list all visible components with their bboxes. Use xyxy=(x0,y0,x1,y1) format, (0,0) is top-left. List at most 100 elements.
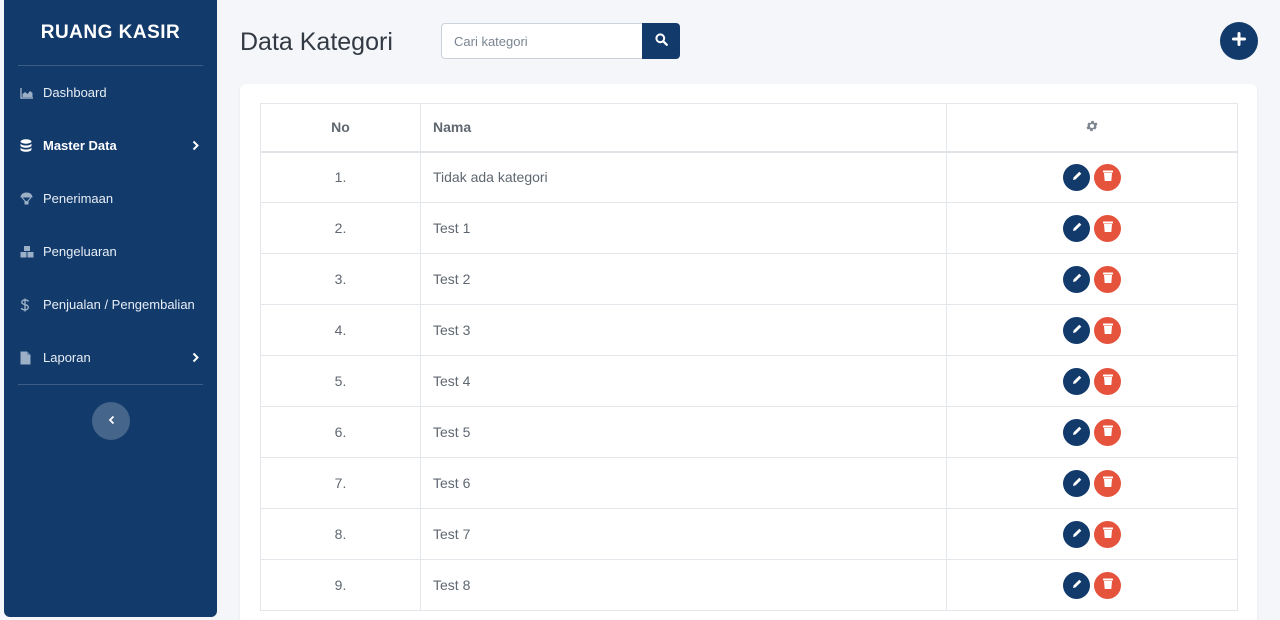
sidebar-item-label: Pengeluaran xyxy=(43,244,117,259)
row-actions xyxy=(1063,316,1121,344)
table-header-row: No Nama xyxy=(260,103,1238,153)
trash-icon xyxy=(1102,169,1114,185)
cell-no: 1. xyxy=(260,151,421,203)
cell-nama: Test 4 xyxy=(420,355,947,407)
trash-icon xyxy=(1102,526,1114,542)
row-actions xyxy=(1063,520,1121,548)
table-row: 7. Test 6 xyxy=(260,457,1238,509)
cell-nama: Test 7 xyxy=(420,508,947,560)
cell-nama: Test 2 xyxy=(420,253,947,305)
search-icon xyxy=(654,33,668,49)
edit-button[interactable] xyxy=(1063,469,1090,497)
delete-button[interactable] xyxy=(1094,520,1121,548)
pencil-icon xyxy=(1071,373,1083,389)
search-input[interactable] xyxy=(441,23,642,59)
sidebar-item-label: Penerimaan xyxy=(43,191,114,206)
cell-no: 2. xyxy=(260,202,421,254)
trash-icon xyxy=(1102,271,1114,287)
cell-actions xyxy=(946,559,1238,611)
add-category-button[interactable] xyxy=(1220,22,1258,60)
pencil-icon xyxy=(1071,577,1083,593)
pencil-icon xyxy=(1071,322,1083,338)
sidebar-item-master-data[interactable]: Master Data xyxy=(4,119,217,172)
trash-icon xyxy=(1102,220,1114,236)
cell-no: 4. xyxy=(260,304,421,356)
row-actions xyxy=(1063,214,1121,242)
delete-button[interactable] xyxy=(1094,418,1121,446)
edit-button[interactable] xyxy=(1063,418,1090,446)
row-actions xyxy=(1063,163,1121,191)
table-row: 6. Test 5 xyxy=(260,406,1238,458)
delete-button[interactable] xyxy=(1094,469,1121,497)
chart-area-icon xyxy=(20,86,38,100)
cell-actions xyxy=(946,253,1238,305)
edit-button[interactable] xyxy=(1063,163,1090,191)
page-title: Data Kategori xyxy=(240,27,393,56)
plus-icon xyxy=(1232,31,1246,51)
pencil-icon xyxy=(1071,424,1083,440)
row-actions xyxy=(1063,469,1121,497)
row-actions xyxy=(1063,265,1121,293)
edit-button[interactable] xyxy=(1063,571,1090,599)
delete-button[interactable] xyxy=(1094,214,1121,242)
cell-no: 3. xyxy=(260,253,421,305)
delete-button[interactable] xyxy=(1094,571,1121,599)
sidebar-item-dashboard[interactable]: Dashboard xyxy=(4,66,217,119)
cell-actions xyxy=(946,406,1238,458)
sidebar-collapse-button[interactable] xyxy=(92,402,130,440)
delete-button[interactable] xyxy=(1094,265,1121,293)
table-row: 9. Test 8 xyxy=(260,559,1238,611)
sidebar-item-laporan[interactable]: Laporan xyxy=(4,331,217,384)
edit-button[interactable] xyxy=(1063,316,1090,344)
pencil-icon xyxy=(1071,475,1083,491)
table-row: 5. Test 4 xyxy=(260,355,1238,407)
sidebar-divider xyxy=(18,384,203,385)
column-header-no: No xyxy=(260,103,421,153)
trash-icon xyxy=(1102,322,1114,338)
cell-no: 5. xyxy=(260,355,421,407)
sidebar-item-penjualan[interactable]: Penjualan / Pengembalian xyxy=(4,278,217,331)
chevron-right-icon xyxy=(192,138,199,153)
cell-nama: Test 3 xyxy=(420,304,947,356)
cell-no: 7. xyxy=(260,457,421,509)
edit-button[interactable] xyxy=(1063,265,1090,293)
edit-button[interactable] xyxy=(1063,367,1090,395)
category-table-card: No Nama 1. Tidak ada kategori 2. Test 1 3. Te… xyxy=(240,84,1257,620)
table-row: 3. Test 2 xyxy=(260,253,1238,305)
search-bar xyxy=(441,23,680,59)
cell-actions xyxy=(946,151,1238,203)
brand-logo[interactable]: RUANG KASIR xyxy=(18,0,203,66)
pencil-icon xyxy=(1071,526,1083,542)
cell-actions xyxy=(946,355,1238,407)
sidebar-item-pengeluaran[interactable]: Pengeluaran xyxy=(4,225,217,278)
cell-nama: Test 5 xyxy=(420,406,947,458)
search-button[interactable] xyxy=(642,23,680,59)
cell-nama: Tidak ada kategori xyxy=(420,151,947,203)
edit-button[interactable] xyxy=(1063,520,1090,548)
database-icon xyxy=(20,139,38,153)
cell-actions xyxy=(946,202,1238,254)
category-table: No Nama 1. Tidak ada kategori 2. Test 1 3. Te… xyxy=(260,103,1238,611)
sidebar: RUANG KASIR Dashboard Master Data Peneri… xyxy=(4,0,217,617)
delete-button[interactable] xyxy=(1094,163,1121,191)
table-row: 2. Test 1 xyxy=(260,202,1238,254)
cell-no: 9. xyxy=(260,559,421,611)
dollar-sign-icon xyxy=(20,298,38,312)
edit-button[interactable] xyxy=(1063,214,1090,242)
delete-button[interactable] xyxy=(1094,316,1121,344)
cell-nama: Test 1 xyxy=(420,202,947,254)
delete-button[interactable] xyxy=(1094,367,1121,395)
sidebar-nav: Dashboard Master Data Penerimaan Pengelu… xyxy=(4,66,217,384)
cell-actions xyxy=(946,508,1238,560)
sidebar-item-label: Penjualan / Pengembalian xyxy=(43,297,195,312)
cell-nama: Test 6 xyxy=(420,457,947,509)
table-body: 1. Tidak ada kategori 2. Test 1 3. Test 2 4. Te… xyxy=(260,151,1238,611)
sidebar-item-penerimaan[interactable]: Penerimaan xyxy=(4,172,217,225)
chevron-right-icon xyxy=(192,350,199,365)
row-actions xyxy=(1063,418,1121,446)
trash-icon xyxy=(1102,373,1114,389)
cell-nama: Test 8 xyxy=(420,559,947,611)
table-row: 8. Test 7 xyxy=(260,508,1238,560)
table-row: 4. Test 3 xyxy=(260,304,1238,356)
row-actions xyxy=(1063,571,1121,599)
